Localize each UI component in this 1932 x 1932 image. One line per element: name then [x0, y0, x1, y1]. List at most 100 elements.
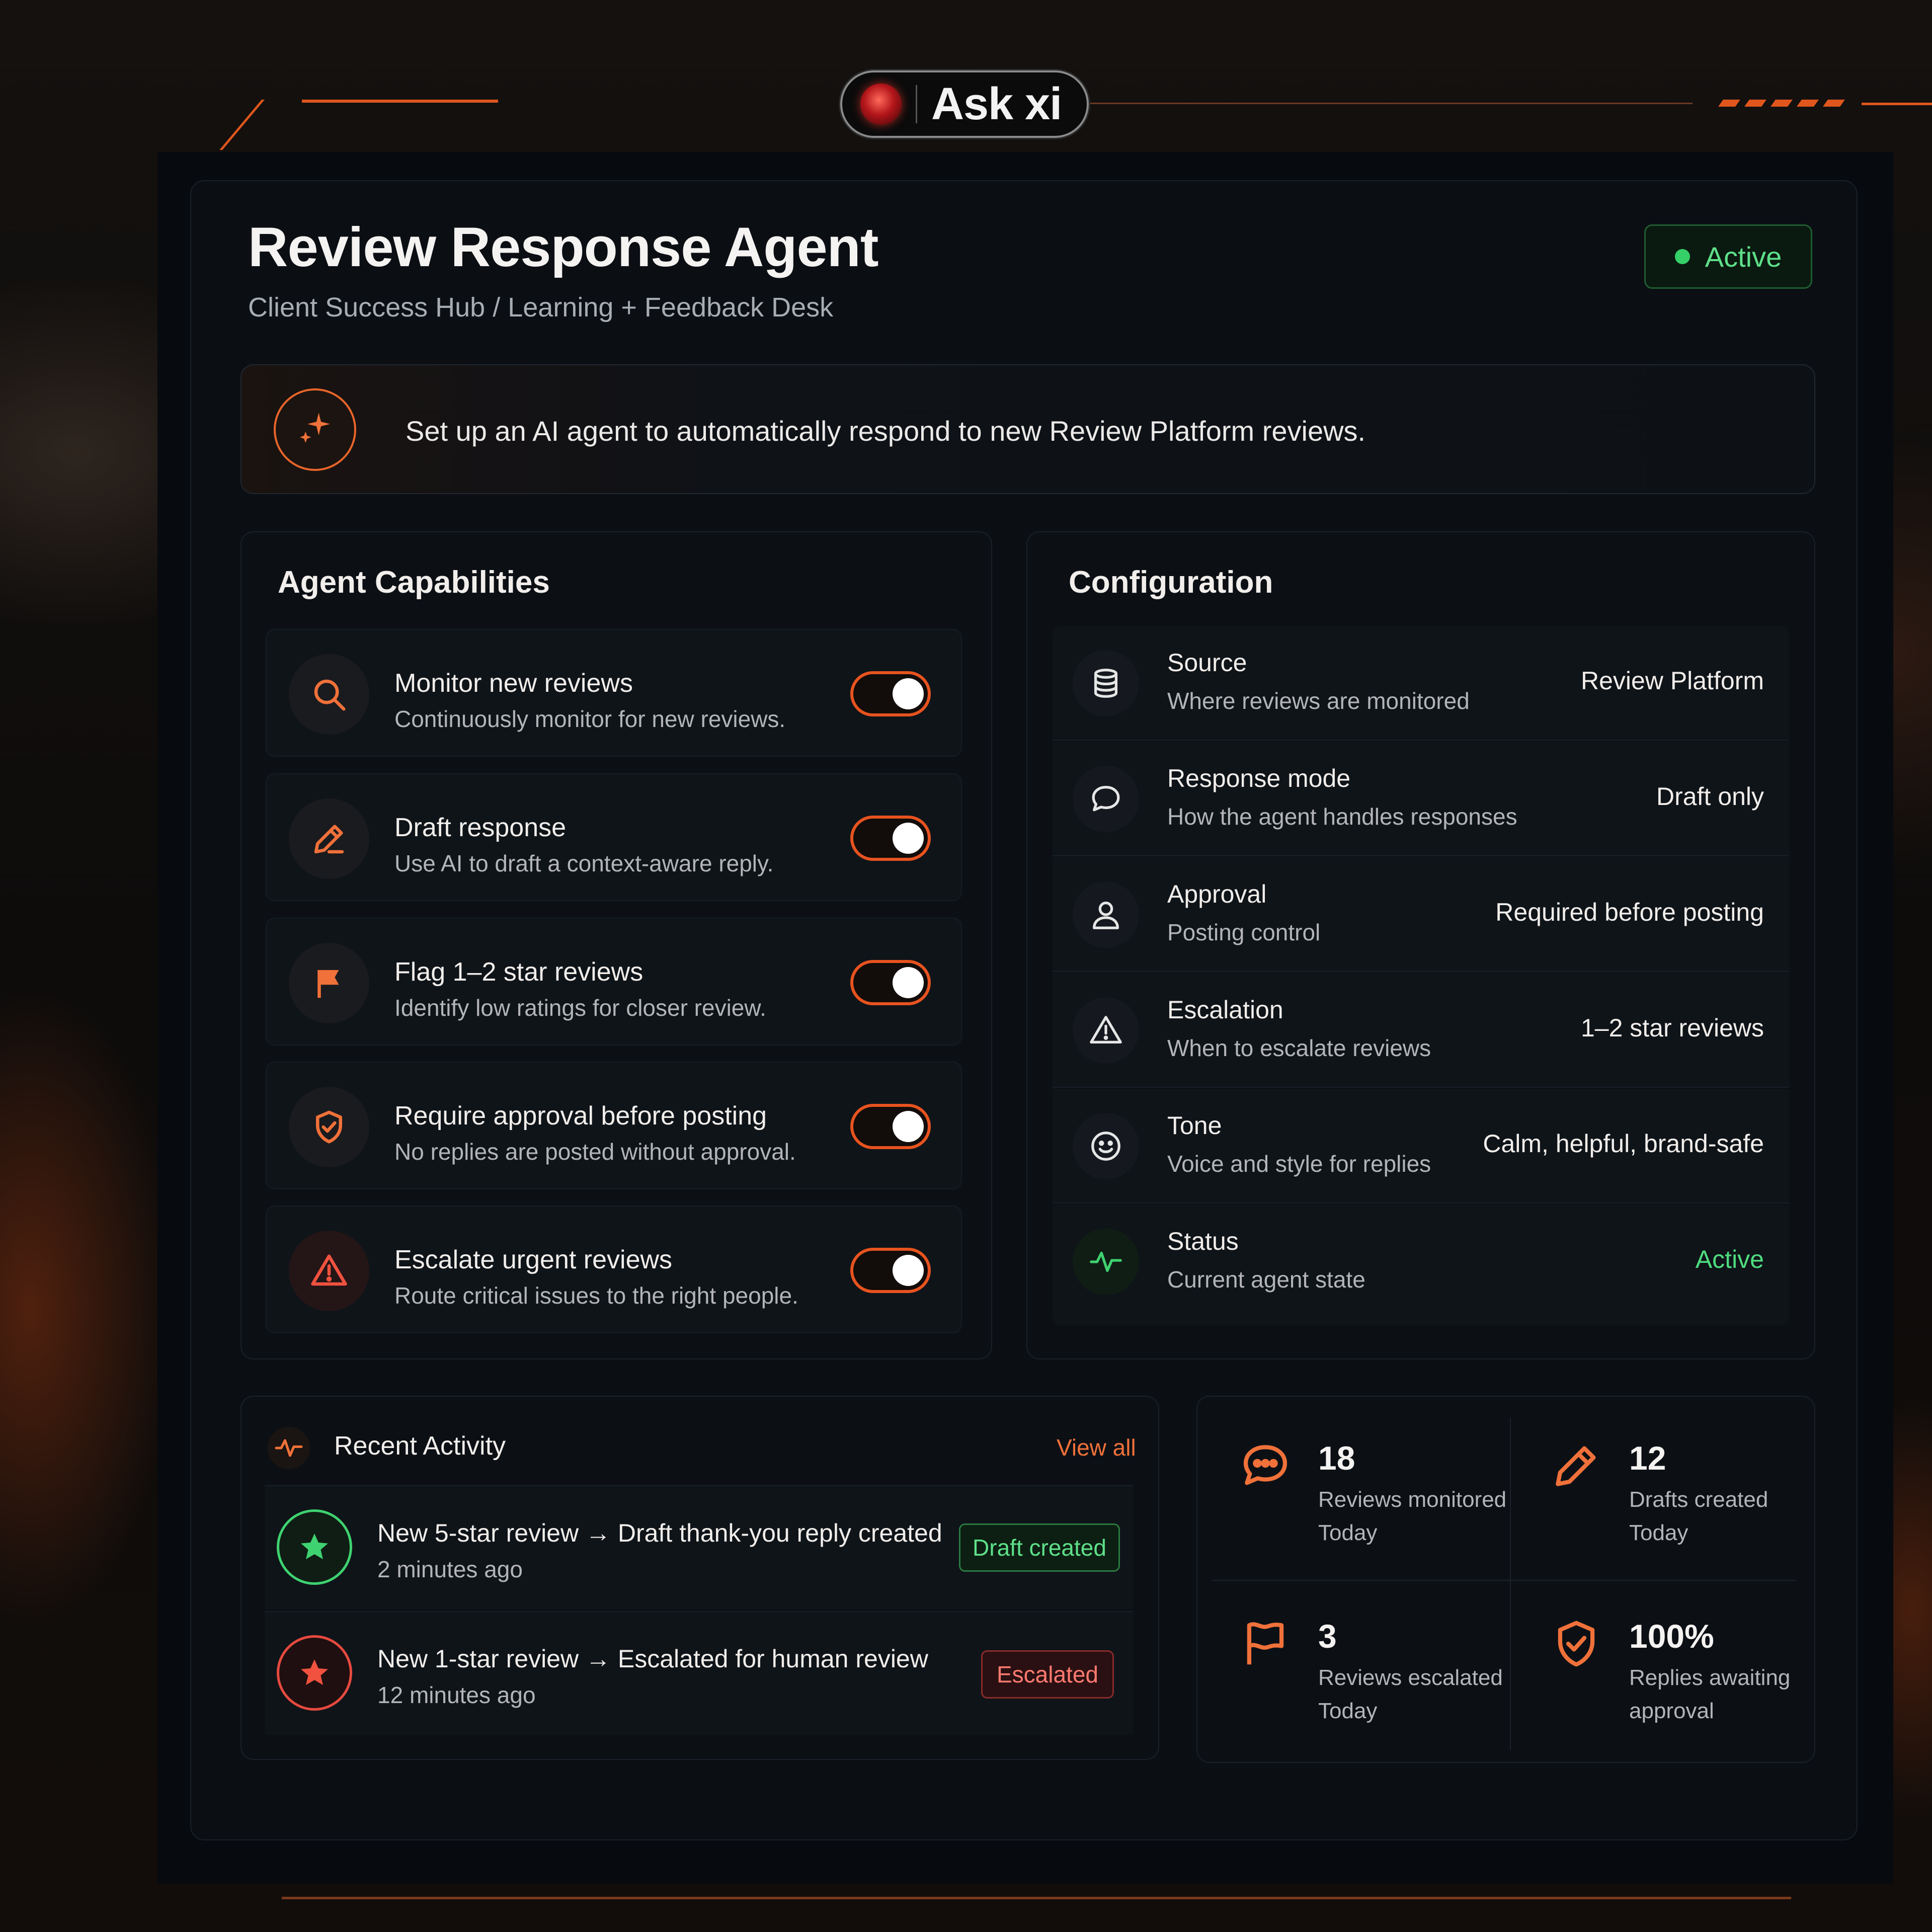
intro-text: Set up an AI agent to automatically resp…	[406, 415, 1366, 447]
activity-item-5-star[interactable]: New 5-star review → Draft thank-you repl…	[265, 1485, 1133, 1609]
capability-description: No replies are posted without approval.	[394, 1139, 796, 1165]
capability-description: Identify low ratings for closer review.	[394, 995, 766, 1021]
stat-value: 18	[1318, 1439, 1355, 1477]
capability-flag-low-stars: Flag 1–2 star reviews Identify low ratin…	[266, 918, 962, 1045]
toggle-knob	[893, 1255, 924, 1286]
config-description: Voice and style for replies	[1167, 1151, 1431, 1177]
smile-icon	[1073, 1113, 1139, 1179]
stat-label: Drafts created Today	[1629, 1487, 1768, 1545]
toggle-knob	[893, 823, 924, 854]
star-icon	[277, 1635, 352, 1711]
config-row-approval[interactable]: Approval Posting control Required before…	[1053, 857, 1789, 972]
capability-title: Draft response	[394, 813, 567, 842]
decor-line-bottom	[282, 1897, 1791, 1899]
draft-response-toggle[interactable]	[850, 816, 931, 861]
activity-time: 2 minutes ago	[377, 1556, 523, 1582]
config-value: Calm, helpful, brand-safe	[1483, 1130, 1764, 1158]
config-description: When to escalate reviews	[1167, 1035, 1431, 1061]
config-title: Response mode	[1167, 764, 1351, 792]
logo-text: Ask xi	[931, 78, 1062, 129]
stat-value: 3	[1318, 1618, 1337, 1655]
warning-icon	[1073, 997, 1139, 1064]
decor-line-top-left	[302, 100, 498, 103]
logo-orb-icon	[860, 84, 902, 125]
shield-check-icon	[1549, 1616, 1604, 1671]
capability-draft-response: Draft response Use AI to draft a context…	[266, 773, 962, 901]
search-icon	[289, 654, 369, 735]
pencil-icon	[1549, 1438, 1604, 1493]
config-title: Status	[1167, 1227, 1239, 1255]
config-description: How the agent handles responses	[1167, 803, 1517, 830]
intro-banner: Set up an AI agent to automatically resp…	[240, 364, 1815, 494]
flag-icon	[1238, 1616, 1293, 1671]
capability-escalate-urgent: Escalate urgent reviews Route critical i…	[266, 1205, 962, 1333]
chat-dots-icon	[1238, 1438, 1293, 1493]
stat-reviews-escalated: 3 Reviews escalated Today	[1202, 1591, 1511, 1764]
recent-activity-title: Recent Activity	[334, 1431, 506, 1461]
capability-description: Continuously monitor for new reviews.	[394, 706, 786, 732]
config-value: Review Platform	[1581, 667, 1764, 695]
require-approval-toggle[interactable]	[850, 1104, 931, 1149]
user-icon	[1073, 881, 1139, 948]
pulse-icon	[1073, 1229, 1139, 1295]
config-title: Tone	[1167, 1111, 1222, 1140]
ask-xi-logo[interactable]: Ask xi	[840, 70, 1089, 138]
config-description: Where reviews are monitored	[1167, 688, 1470, 714]
stat-replies-awaiting: 100% Replies awaiting approval	[1513, 1591, 1822, 1764]
config-row-response-mode[interactable]: Response mode How the agent handles resp…	[1053, 742, 1789, 856]
draft-created-badge: Draft created	[959, 1523, 1120, 1572]
breadcrumb[interactable]: Client Success Hub / Learning + Feedback…	[248, 292, 833, 323]
database-icon	[1073, 650, 1139, 716]
escalate-urgent-toggle[interactable]	[850, 1248, 931, 1293]
view-all-link[interactable]: View all	[1057, 1434, 1136, 1461]
escalated-badge: Escalated	[981, 1650, 1114, 1699]
decor-line-top-right-end	[1862, 103, 1932, 105]
flag-icon	[289, 943, 369, 1023]
status-badge: Active	[1644, 224, 1812, 289]
config-row-status[interactable]: Status Current agent state Active	[1053, 1204, 1789, 1325]
config-value: Draft only	[1656, 782, 1764, 811]
config-row-tone[interactable]: Tone Voice and style for replies Calm, h…	[1053, 1089, 1789, 1203]
flag-low-stars-toggle[interactable]	[850, 960, 931, 1005]
toggle-knob	[893, 967, 924, 998]
capability-title: Flag 1–2 star reviews	[394, 957, 643, 987]
status-dot-icon	[1674, 249, 1690, 264]
stat-value: 12	[1629, 1439, 1666, 1477]
warning-icon	[289, 1231, 369, 1311]
shield-check-icon	[289, 1087, 369, 1167]
pulse-icon	[268, 1427, 310, 1469]
config-value: Required before posting	[1495, 898, 1764, 926]
stat-label: Replies awaiting approval	[1629, 1665, 1791, 1723]
activity-title: New 1-star review → Escalated for human …	[377, 1645, 928, 1673]
activity-item-1-star[interactable]: New 1-star review → Escalated for human …	[265, 1611, 1133, 1735]
activity-time: 12 minutes ago	[377, 1682, 536, 1708]
sparkle-icon	[274, 388, 356, 471]
monitor-reviews-toggle[interactable]	[850, 671, 931, 716]
config-title: Source	[1167, 649, 1247, 677]
config-row-escalation[interactable]: Escalation When to escalate reviews 1–2 …	[1053, 973, 1789, 1088]
capability-title: Require approval before posting	[394, 1101, 767, 1131]
toggle-knob	[893, 678, 924, 709]
stat-drafts-created: 12 Drafts created Today	[1513, 1413, 1822, 1586]
capability-description: Route critical issues to the right peopl…	[394, 1282, 798, 1309]
config-description: Current agent state	[1167, 1266, 1365, 1293]
config-description: Posting control	[1167, 919, 1321, 945]
activity-title: New 5-star review → Draft thank-you repl…	[377, 1519, 942, 1547]
page-title: Review Response Agent	[248, 216, 878, 278]
stat-reviews-monitored: 18 Reviews monitored Today	[1202, 1413, 1511, 1586]
chat-bubble-icon	[1073, 766, 1139, 832]
capability-monitor-reviews: Monitor new reviews Continuously monitor…	[266, 629, 962, 757]
configuration-title: Configuration	[1069, 565, 1273, 600]
capability-require-approval: Require approval before posting No repli…	[266, 1062, 962, 1189]
stat-label: Reviews monitored Today	[1318, 1487, 1507, 1545]
capability-title: Monitor new reviews	[394, 669, 633, 698]
stat-value: 100%	[1629, 1618, 1714, 1655]
config-title: Approval	[1167, 880, 1267, 908]
capabilities-title: Agent Capabilities	[278, 565, 550, 600]
stat-label: Reviews escalated Today	[1318, 1665, 1503, 1723]
pencil-icon	[289, 798, 369, 879]
star-icon	[277, 1509, 352, 1585]
config-value: 1–2 star reviews	[1580, 1014, 1764, 1042]
status-badge-label: Active	[1705, 240, 1782, 273]
config-row-source[interactable]: Source Where reviews are monitored Revie…	[1053, 626, 1789, 741]
